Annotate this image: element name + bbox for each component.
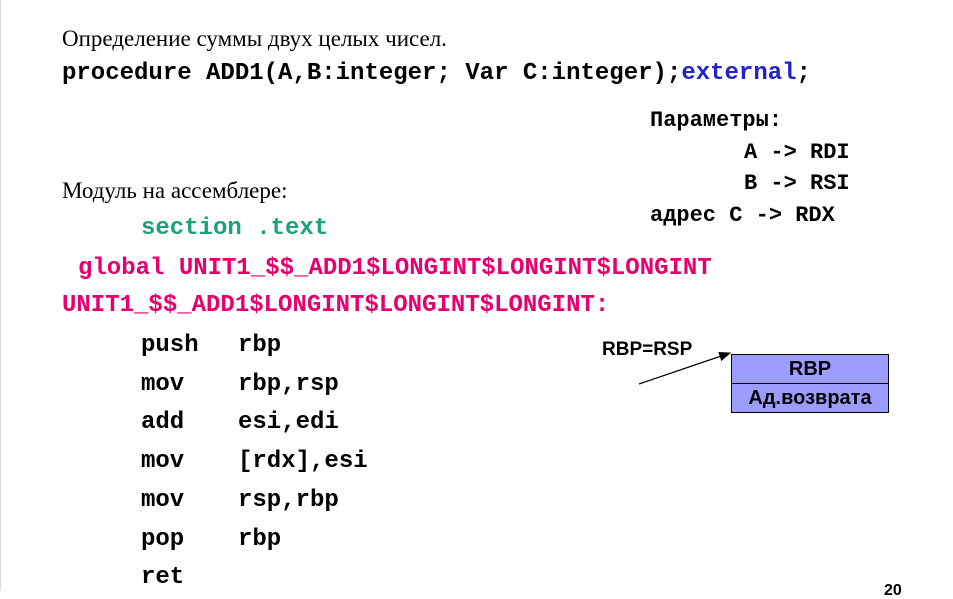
stack-cell-return-address: Ад.возврата: [731, 383, 889, 413]
page-number: 20: [884, 582, 902, 599]
pointer-arrow-icon: [638, 351, 732, 385]
stack-cell-rbp: RBP: [731, 354, 889, 384]
slide: Определение суммы двух целых чисел. proc…: [0, 0, 953, 599]
